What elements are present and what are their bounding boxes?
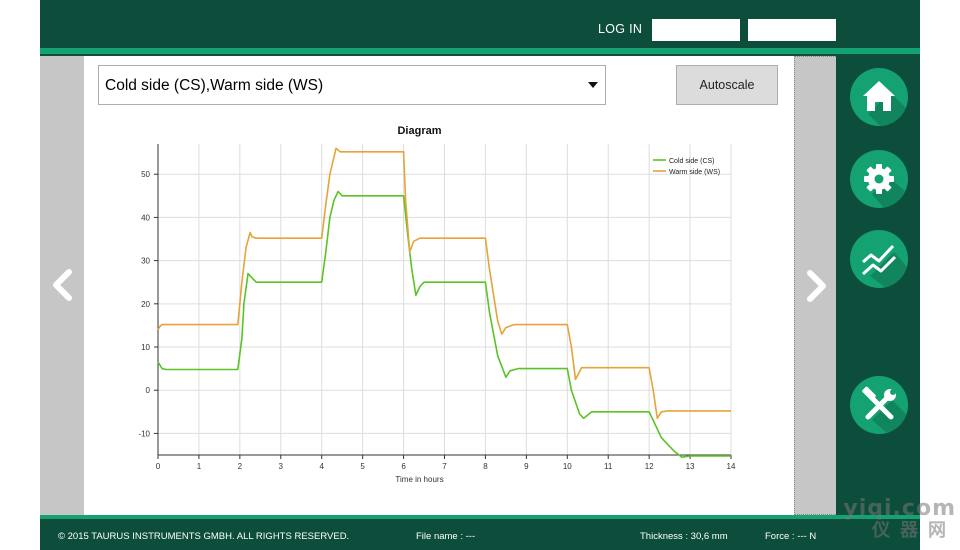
sidebar-item-chart[interactable] bbox=[850, 230, 908, 288]
y-tick-label: 20 bbox=[141, 300, 150, 309]
chevron-down-icon bbox=[588, 82, 598, 88]
chart-title: Diagram bbox=[397, 125, 441, 137]
x-tick-label: 14 bbox=[727, 462, 736, 471]
y-tick-label: -10 bbox=[138, 429, 150, 438]
y-tick-label: 50 bbox=[141, 170, 150, 179]
x-tick-label: 4 bbox=[319, 462, 324, 471]
top-bar: LOG IN bbox=[40, 0, 920, 54]
x-tick-label: 0 bbox=[156, 462, 161, 471]
prev-page-button[interactable] bbox=[40, 56, 84, 515]
main-panel: 0 1 2 3 4 5 6 7 8 9 10 11 12 13 14 -10 0 10 20 30 40 50 Diagra… bbox=[40, 56, 836, 515]
copyright-text: © 2015 TAURUS INSTRUMENTS GMBH. ALL RIGH… bbox=[58, 531, 350, 542]
login-label: LOG IN bbox=[598, 22, 643, 36]
x-tick-label: 9 bbox=[524, 462, 529, 471]
next-page-button[interactable] bbox=[794, 56, 838, 515]
footer-accent-line bbox=[40, 515, 920, 519]
autoscale-button[interactable]: Autoscale bbox=[676, 65, 778, 105]
x-tick-label: 7 bbox=[442, 462, 447, 471]
chevron-left-icon bbox=[53, 269, 72, 301]
x-tick-label: 13 bbox=[686, 462, 695, 471]
footer: © 2015 TAURUS INSTRUMENTS GMBH. ALL RIGH… bbox=[40, 515, 920, 550]
file-name-status: File name : --- bbox=[416, 531, 476, 542]
x-tick-label: 12 bbox=[645, 462, 654, 471]
legend-label: Warm side (WS) bbox=[669, 169, 720, 176]
y-tick-label: 40 bbox=[141, 213, 150, 222]
top-accent-line bbox=[40, 48, 920, 54]
username-field[interactable] bbox=[652, 19, 740, 41]
tools-icon bbox=[862, 386, 908, 434]
sidebar-item-home[interactable] bbox=[850, 68, 908, 126]
sidebar-item-tools[interactable] bbox=[850, 376, 908, 434]
chevron-right-icon bbox=[807, 270, 826, 302]
password-field[interactable] bbox=[748, 19, 836, 41]
x-tick-label: 10 bbox=[563, 462, 572, 471]
gear-icon bbox=[864, 164, 908, 208]
chart-icon bbox=[861, 244, 908, 288]
x-tick-label: 5 bbox=[360, 462, 365, 471]
watermark-subtext: 仪器网 bbox=[872, 520, 956, 541]
x-tick-label: 6 bbox=[401, 462, 406, 471]
home-icon bbox=[863, 81, 908, 126]
watermark-text: yiqi.com bbox=[843, 496, 956, 521]
x-tick-label: 1 bbox=[197, 462, 202, 471]
thickness-status: Thickness : 30,6 mm bbox=[640, 531, 728, 542]
diagram-chart: 0 1 2 3 4 5 6 7 8 9 10 11 12 13 14-1001020304050Diagra… bbox=[138, 125, 736, 484]
sidebar-item-settings[interactable] bbox=[850, 150, 908, 208]
channel-select-value: Cold side (CS),Warm side (WS) bbox=[105, 77, 324, 94]
legend-label: Cold side (CS) bbox=[669, 158, 715, 165]
x-tick-label: 11 bbox=[604, 462, 613, 471]
watermark: yiqi.com 仪器网 bbox=[843, 498, 956, 542]
y-tick-label: 30 bbox=[141, 257, 150, 266]
force-status: Force : --- N bbox=[765, 531, 817, 542]
app-window: LOG IN 0 1 2 3 4 5 6 7 8 9 10 11 12 13 14 -10 0 10 20 30 40 5… bbox=[40, 0, 920, 550]
x-tick-label: 8 bbox=[483, 462, 488, 471]
x-tick-label: 2 bbox=[238, 462, 243, 471]
y-tick-label: 0 bbox=[146, 386, 151, 395]
sidebar bbox=[836, 56, 920, 515]
y-tick-label: 10 bbox=[141, 343, 150, 352]
channel-select[interactable]: Cold side (CS),Warm side (WS) bbox=[98, 65, 606, 105]
x-axis-label: Time in hours bbox=[395, 475, 443, 484]
x-tick-label: 3 bbox=[279, 462, 284, 471]
